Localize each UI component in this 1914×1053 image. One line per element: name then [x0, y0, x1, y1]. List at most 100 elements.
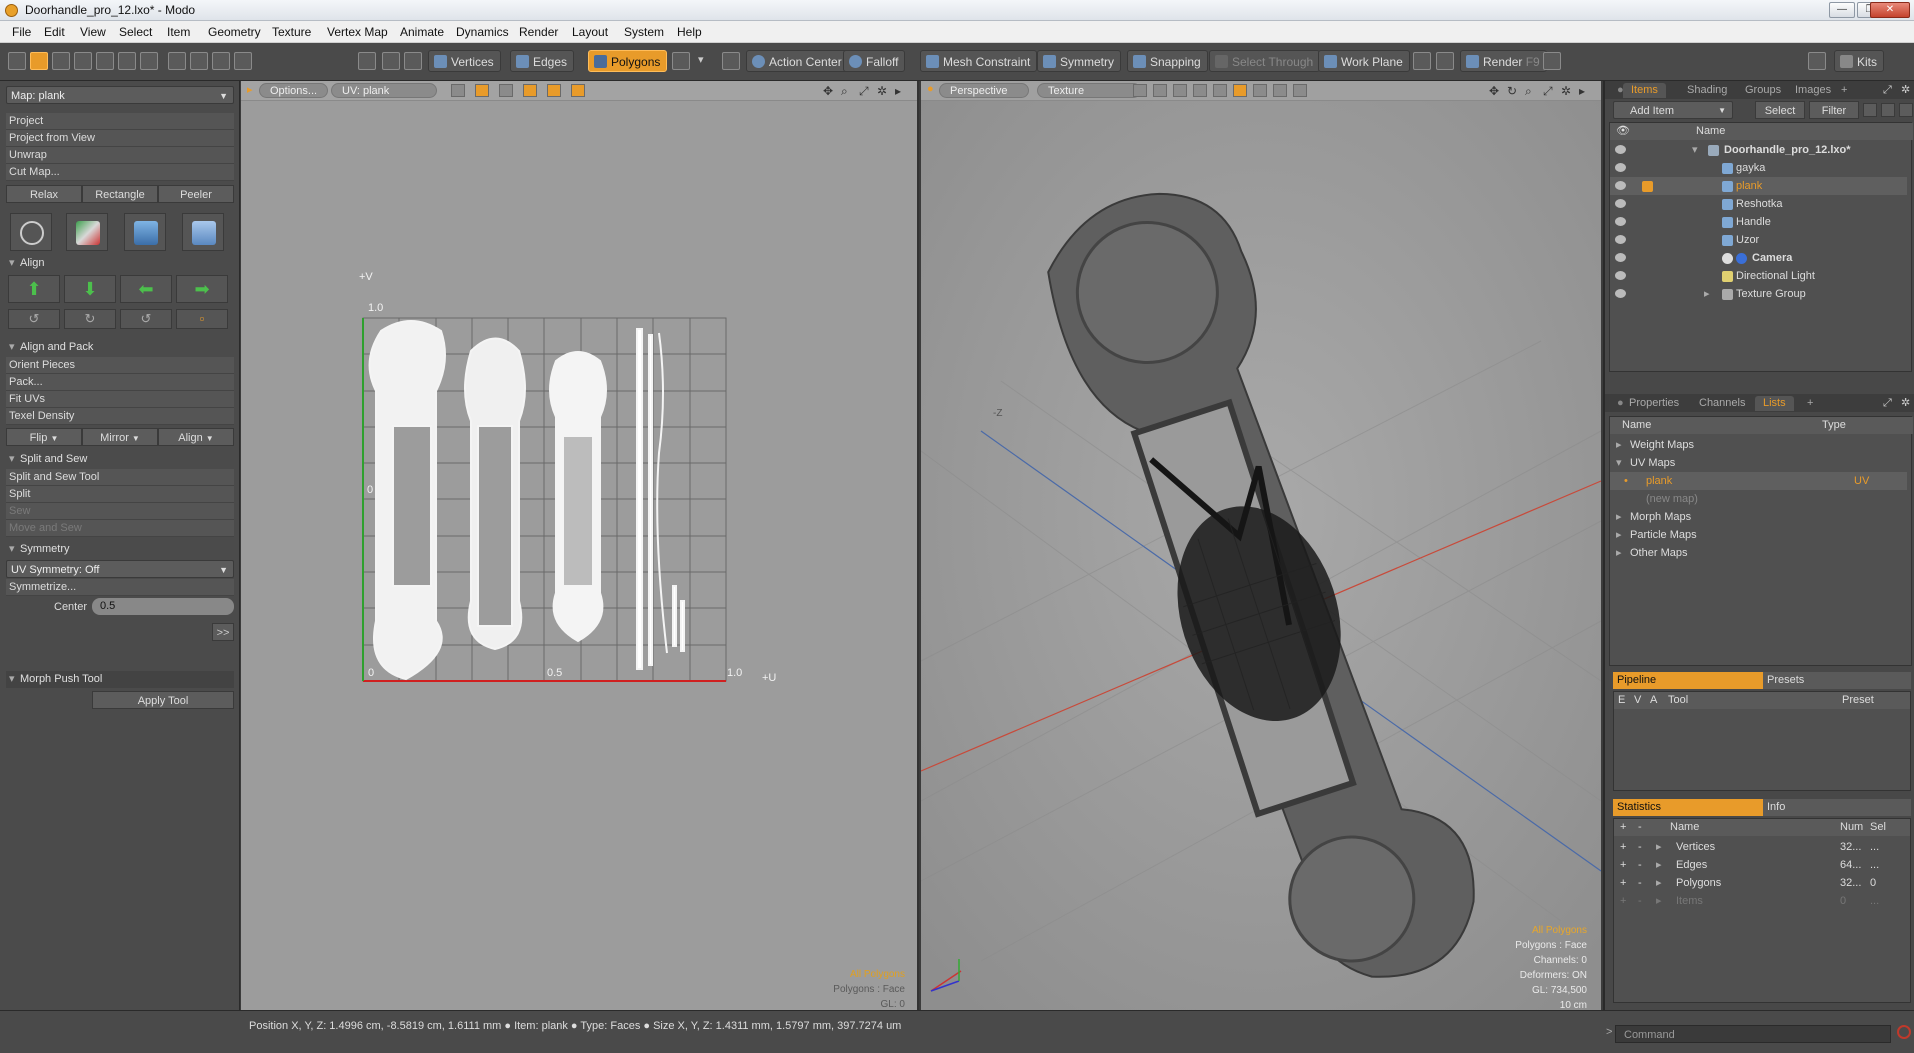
rectangle-button[interactable]: Rectangle [82, 185, 158, 203]
texel-density-item[interactable]: Texel Density [6, 408, 234, 425]
expand-button[interactable]: >> [212, 623, 234, 641]
list-item-new-map[interactable]: (new map) [1610, 490, 1907, 508]
tab-channels[interactable]: Channels [1691, 396, 1753, 411]
minimize-button[interactable]: — [1829, 2, 1855, 18]
visibility-eye-icon[interactable] [1615, 199, 1626, 208]
tab-statistics[interactable]: Statistics [1613, 799, 1763, 816]
align-top-button[interactable]: ⬆ [8, 275, 60, 303]
expand-arrow-icon[interactable]: ▸ [1616, 544, 1622, 562]
list-item-plank-uv[interactable]: • plank UV [1610, 472, 1907, 490]
render-button[interactable]: Render F9 [1460, 50, 1547, 72]
list-icon[interactable] [168, 52, 186, 70]
expand-arrow-icon[interactable]: ▸ [1616, 508, 1622, 526]
menu-animate[interactable]: Animate [400, 25, 444, 39]
uv-map-dropdown[interactable]: Map: plank ▼ [6, 86, 234, 104]
symmetrize-item[interactable]: Symmetrize... [6, 579, 234, 596]
symmetry-button[interactable]: Symmetry [1037, 50, 1121, 72]
occlusion-toggle-icon[interactable] [1293, 84, 1307, 97]
menu-vertex-map[interactable]: Vertex Map [327, 25, 388, 39]
menu-item[interactable]: Item [167, 25, 190, 39]
align-pack-section-header[interactable]: Align and Pack [6, 339, 234, 356]
perspective-viewport[interactable]: ● Perspective Texture ✥ ↻ ⌕ ⤢ ✲ ▸ -Z All… [921, 81, 1601, 1011]
peeler-button[interactable]: Peeler [158, 185, 234, 203]
align-left-button[interactable]: ⬅ [120, 275, 172, 303]
stat-row-items[interactable]: + - ▸ Items 0... [1614, 892, 1911, 910]
visibility-eye-icon[interactable] [1615, 217, 1626, 226]
move-and-sew-item[interactable]: Move and Sew [6, 520, 234, 537]
visibility-eye-icon[interactable] [1615, 181, 1626, 190]
polygons-mode-button[interactable]: Polygons [588, 50, 668, 72]
funnel-icon[interactable] [1899, 103, 1913, 117]
rotate-view-icon[interactable]: ↻ [1507, 84, 1517, 98]
morph-push-tool-header[interactable]: Morph Push Tool [6, 671, 234, 688]
uv-mesh-tool-button[interactable] [182, 213, 224, 251]
brush-icon[interactable] [96, 52, 114, 70]
menu-layout[interactable]: Layout [572, 25, 608, 39]
list-item-morph-maps[interactable]: ▸ Morph Maps [1610, 508, 1907, 526]
remove-icon[interactable]: - [1638, 892, 1642, 910]
tab-lists[interactable]: Lists [1755, 396, 1794, 411]
expand-arrow-icon[interactable]: ▸ [1656, 856, 1662, 874]
tree-item-gayka[interactable]: gayka [1610, 159, 1907, 177]
fit-uv-button[interactable]: ▫ [176, 309, 228, 329]
visibility-eye-icon[interactable] [1615, 253, 1626, 262]
item-mode-icon[interactable] [382, 52, 400, 70]
fit-icon[interactable]: ⤢ [1543, 84, 1553, 99]
chevron-down-icon[interactable]: ▾ [698, 52, 712, 70]
tree-item-scene[interactable]: ▾ Doorhandle_pro_12.lxo* [1610, 141, 1907, 159]
expand-arrow-icon[interactable]: ▸ [1616, 526, 1622, 544]
split-and-sew-tool-item[interactable]: Split and Sew Tool [6, 469, 234, 486]
add-stat-icon[interactable]: + [1620, 819, 1626, 836]
reflection-toggle-icon[interactable] [1273, 84, 1287, 97]
remove-icon[interactable]: - [1638, 856, 1642, 874]
items-select-button[interactable]: Select [1755, 101, 1805, 119]
expand-arrow-icon[interactable]: ▸ [1704, 285, 1710, 303]
menu-help[interactable]: Help [677, 25, 702, 39]
preview-icon[interactable] [1413, 52, 1431, 70]
align-section-header[interactable]: Align [6, 255, 234, 272]
visibility-eye-icon[interactable] [1615, 163, 1626, 172]
menu-render[interactable]: Render [519, 25, 558, 39]
panel-settings-icon[interactable]: ✲ [1893, 396, 1914, 411]
close-button[interactable]: ✕ [1870, 2, 1910, 18]
uv-grid-icon[interactable] [30, 52, 48, 70]
list-item-uv-maps[interactable]: ▾ UV Maps [1610, 454, 1907, 472]
rotate-ccw-button[interactable]: ↺ [8, 309, 60, 329]
menu-texture[interactable]: Texture [272, 25, 311, 39]
lock-icon[interactable] [1642, 181, 1653, 192]
viewport-settings-icon[interactable]: ✲ [1561, 84, 1571, 98]
rotate-90-button[interactable]: ↺ [120, 309, 172, 329]
remove-stat-icon[interactable]: - [1638, 819, 1642, 836]
tree-item-handle[interactable]: Handle [1610, 213, 1907, 231]
auto-select-icon[interactable] [722, 52, 740, 70]
pan-icon[interactable]: ✥ [1489, 84, 1499, 98]
visibility-eye-icon[interactable] [1615, 289, 1626, 298]
kits-button[interactable]: Kits [1834, 50, 1885, 72]
tab-items[interactable]: Items [1623, 83, 1666, 98]
command-input[interactable]: Command [1615, 1025, 1891, 1043]
tab-groups[interactable]: Groups [1737, 83, 1789, 98]
add-item-dropdown[interactable]: Add Item ▼ [1613, 101, 1733, 119]
expand-arrow-icon[interactable]: ▸ [1656, 838, 1662, 856]
zoom-icon[interactable]: ⌕ [1525, 84, 1532, 99]
lights-toggle-icon[interactable] [1213, 84, 1227, 97]
solid-toggle-icon[interactable] [1173, 84, 1187, 97]
menu-system[interactable]: System [624, 25, 664, 39]
dots-icon[interactable] [234, 52, 252, 70]
figure-icon[interactable] [358, 52, 376, 70]
list-item-particle-maps[interactable]: ▸ Particle Maps [1610, 526, 1907, 544]
add-tab-button[interactable]: + [1833, 83, 1855, 98]
stat-row-polygons[interactable]: + - ▸ Polygons 32... 0 [1614, 874, 1911, 892]
tree-item-reshotka[interactable]: Reshotka [1610, 195, 1907, 213]
uv-viewport[interactable]: ▸ Options... UV: plank ✥ ⌕ ⤢ ✲ ▸ +V 1.0 … [241, 81, 919, 1010]
select-through-button[interactable]: Select Through [1209, 50, 1321, 72]
grid-icon[interactable] [190, 52, 208, 70]
list-item-other-maps[interactable]: ▸ Other Maps [1610, 544, 1907, 562]
expand-arrow-icon[interactable]: ▸ [1616, 436, 1622, 454]
rotate-cw-button[interactable]: ↻ [64, 309, 116, 329]
fit-uvs-item[interactable]: Fit UVs [6, 391, 234, 408]
align-dropdown[interactable]: Align ▼ [158, 428, 234, 446]
stamp-icon[interactable] [118, 52, 136, 70]
expand-arrow-icon[interactable]: ▸ [1656, 874, 1662, 892]
perspective-view-selector[interactable]: Perspective [939, 83, 1029, 98]
